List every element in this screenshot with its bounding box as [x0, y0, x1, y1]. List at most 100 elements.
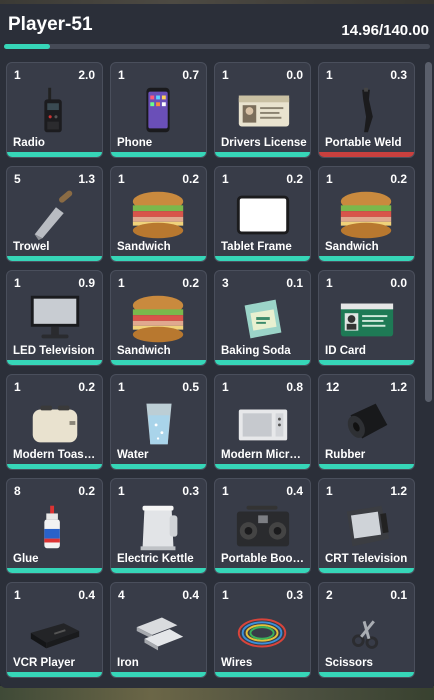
item-weight: 0.0 — [286, 68, 303, 82]
inventory-slot[interactable]: 1 0.2 Sandwich — [318, 166, 415, 262]
inventory-slot[interactable]: 1 0.0 Drivers License — [214, 62, 311, 158]
inventory-slot[interactable]: 1 0.2 Sandwich — [110, 166, 207, 262]
item-quantity: 1 — [118, 484, 125, 498]
item-weight: 0.8 — [286, 380, 303, 394]
inventory-grid: 1 2.0 Radio 1 0.7 Phone 1 0.0 Drivers License 1 0.… — [6, 62, 418, 678]
item-label: Iron — [117, 657, 139, 669]
item-durability-bar — [111, 464, 206, 469]
baking-soda-icon — [244, 299, 282, 339]
item-quantity: 1 — [118, 68, 125, 82]
inventory-slot[interactable]: 1 0.0 ID Card — [318, 270, 415, 366]
item-durability-bar — [319, 360, 414, 365]
item-weight: 0.5 — [182, 380, 199, 394]
inventory-slot[interactable]: 4 0.4 Iron — [110, 582, 207, 678]
radio-icon — [44, 87, 62, 133]
item-durability-bar — [319, 152, 414, 157]
television-icon — [30, 295, 80, 339]
drivers-license-icon — [238, 95, 290, 127]
sandwich-icon — [132, 191, 184, 239]
item-durability-bar — [319, 464, 414, 469]
sandwich-icon — [132, 295, 184, 343]
item-label: VCR Player — [13, 657, 76, 669]
item-quantity: 12 — [326, 380, 340, 394]
item-weight: 0.2 — [182, 172, 199, 186]
inventory-slot[interactable]: 1 0.2 Modern Toast… — [6, 374, 103, 470]
inventory-slot[interactable]: 1 0.7 Phone — [110, 62, 207, 158]
inventory-slot[interactable]: 1 0.4 Portable Boo… — [214, 478, 311, 574]
inventory-slot[interactable]: 1 0.2 Tablet Frame — [214, 166, 311, 262]
item-quantity: 1 — [326, 484, 333, 498]
item-weight: 0.1 — [390, 588, 407, 602]
boombox-icon — [236, 505, 290, 547]
scrollbar-thumb[interactable] — [425, 62, 432, 402]
item-label: ID Card — [325, 345, 366, 357]
item-durability-bar — [111, 360, 206, 365]
item-durability-bar — [319, 672, 414, 677]
inventory-slot[interactable]: 1 0.5 Water — [110, 374, 207, 470]
inventory-slot[interactable]: 1 1.2 CRT Television — [318, 478, 415, 574]
inventory-slot[interactable]: 12 1.2 Rubber — [318, 374, 415, 470]
id-card-icon — [340, 303, 394, 337]
item-quantity: 8 — [14, 484, 21, 498]
item-label: Glue — [13, 553, 39, 565]
item-quantity: 1 — [326, 276, 333, 290]
wires-icon — [237, 618, 287, 648]
scrollbar[interactable] — [424, 62, 433, 688]
item-quantity: 3 — [222, 276, 229, 290]
item-quantity: 2 — [326, 588, 333, 602]
inventory-slot[interactable]: 1 2.0 Radio — [6, 62, 103, 158]
inventory-slot[interactable]: 1 0.4 VCR Player — [6, 582, 103, 678]
toaster-icon — [32, 405, 78, 443]
item-weight: 0.4 — [78, 588, 95, 602]
trowel-icon — [34, 190, 73, 241]
water-glass-icon — [146, 403, 172, 445]
item-label: Tablet Frame — [221, 241, 292, 253]
item-label: Portable Boo… — [221, 553, 305, 565]
item-durability-bar — [319, 568, 414, 573]
item-quantity: 1 — [14, 588, 21, 602]
sandwich-icon — [340, 191, 392, 239]
inventory-slot[interactable]: 1 0.3 Electric Kettle — [110, 478, 207, 574]
item-weight: 0.3 — [286, 588, 303, 602]
item-label: Sandwich — [117, 345, 171, 357]
item-label: Wires — [221, 657, 253, 669]
inventory-slot[interactable]: 2 0.1 Scissors — [318, 582, 415, 678]
item-weight: 2.0 — [78, 68, 95, 82]
item-quantity: 1 — [14, 276, 21, 290]
item-quantity: 1 — [118, 276, 125, 290]
item-label: Portable Weld — [325, 137, 402, 149]
rubber-roll-icon — [347, 403, 388, 439]
inventory-slot[interactable]: 8 0.2 Glue — [6, 478, 103, 574]
inventory-slot[interactable]: 3 0.1 Baking Soda — [214, 270, 311, 366]
item-quantity: 1 — [326, 172, 333, 186]
inventory-slot[interactable]: 1 0.8 Modern Micro… — [214, 374, 311, 470]
inventory-slot[interactable]: 1 0.3 Portable Weld — [318, 62, 415, 158]
inventory-slot[interactable]: 1 0.9 LED Television — [6, 270, 103, 366]
item-label: Baking Soda — [221, 345, 291, 357]
iron-bars-icon — [136, 617, 184, 651]
item-label: Drivers License — [221, 137, 307, 149]
inventory-panel: Player-51 14.96/140.00 1 2.0 Radio 1 0.7 Phon… — [0, 4, 434, 688]
item-label: Electric Kettle — [117, 553, 194, 565]
item-durability-bar — [7, 464, 102, 469]
item-quantity: 1 — [118, 172, 125, 186]
vcr-icon — [30, 623, 80, 649]
scissors-icon — [352, 620, 379, 649]
item-durability-bar — [215, 152, 310, 157]
item-weight: 0.0 — [390, 276, 407, 290]
item-durability-bar — [215, 464, 310, 469]
item-label: CRT Television — [325, 553, 408, 565]
item-label: LED Television — [13, 345, 95, 357]
item-label: Phone — [117, 137, 153, 149]
item-weight: 0.7 — [182, 68, 199, 82]
item-weight: 0.4 — [286, 484, 303, 498]
item-quantity: 1 — [222, 484, 229, 498]
item-durability-bar — [7, 360, 102, 365]
item-weight: 0.9 — [78, 276, 95, 290]
item-durability-bar — [215, 568, 310, 573]
inventory-slot[interactable]: 1 0.3 Wires — [214, 582, 311, 678]
inventory-slot[interactable]: 5 1.3 Trowel — [6, 166, 103, 262]
inventory-slot[interactable]: 1 0.2 Sandwich — [110, 270, 207, 366]
item-label: Sandwich — [117, 241, 171, 253]
inventory-title: Player-51 — [8, 14, 93, 35]
